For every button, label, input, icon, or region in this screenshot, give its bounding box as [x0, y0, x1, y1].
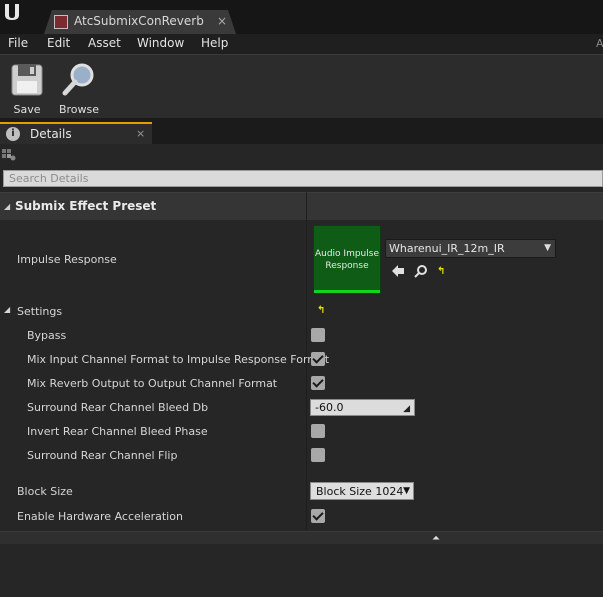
advanced-expander[interactable]: ⏶ — [0, 531, 603, 544]
chevron-down-icon: ▼ — [403, 486, 410, 496]
menu-asset[interactable]: Asset — [88, 36, 121, 50]
impulse-response-label: Impulse Response — [17, 253, 117, 266]
invert-bleed-checkbox[interactable] — [311, 424, 325, 438]
asset-tab-title: AtcSubmixConReverb — [74, 14, 204, 28]
settings-collapse-arrow-icon[interactable]: ◢ — [4, 305, 10, 314]
thumbnail-text: Audio Impulse Response — [314, 249, 379, 271]
resize-grip-icon: ◢ — [403, 404, 410, 414]
surround-bleed-value: -60.0 — [315, 401, 344, 414]
details-tab-title: Details — [30, 127, 72, 141]
invert-bleed-label: Invert Rear Channel Bleed Phase — [27, 425, 208, 438]
menu-edit[interactable]: Edit — [47, 36, 70, 50]
category-submix-effect-preset[interactable]: ◢ Submix Effect Preset — [0, 192, 603, 220]
hw-accel-label: Enable Hardware Acceleration — [17, 510, 183, 523]
category-title: Submix Effect Preset — [15, 199, 157, 213]
close-tab-icon[interactable]: × — [217, 14, 227, 28]
surround-bleed-input[interactable]: -60.0 ◢ — [310, 399, 415, 416]
panel-tab-bar: i Details × — [0, 118, 603, 144]
browse-label: Browse — [58, 103, 100, 116]
surround-flip-checkbox[interactable] — [311, 448, 325, 462]
unreal-logo-icon — [5, 4, 19, 20]
title-bar: AtcSubmixConReverb × — [0, 0, 603, 34]
details-options-row — [0, 144, 603, 168]
save-label: Save — [13, 103, 41, 116]
mix-reverb-checkbox[interactable] — [311, 376, 325, 390]
impulse-asset-picker[interactable]: Wharenui_IR_12m_IR ▼ — [385, 239, 556, 258]
property-matrix-icon[interactable] — [2, 149, 16, 161]
reset-to-default-icon[interactable]: ↰ — [437, 266, 445, 277]
search-placeholder: Search Details — [9, 172, 89, 185]
surround-bleed-label: Surround Rear Channel Bleed Db — [27, 401, 209, 414]
info-icon: i — [6, 127, 20, 141]
bypass-label: Bypass — [27, 329, 67, 342]
close-details-icon[interactable]: × — [136, 127, 145, 140]
settings-label: Settings — [17, 305, 63, 318]
menu-file[interactable]: File — [8, 36, 28, 50]
magnifier-icon — [62, 63, 94, 96]
surround-flip-label: Surround Rear Channel Flip — [27, 449, 178, 462]
impulse-response-thumbnail[interactable]: Audio Impulse Response — [313, 225, 381, 294]
block-size-dropdown[interactable]: Block Size 1024 ▼ — [310, 482, 414, 500]
block-size-label: Block Size — [17, 485, 73, 498]
menu-bar: File Edit Asset Window Help A — [0, 34, 603, 54]
collapse-arrow-icon[interactable]: ◢ — [4, 202, 10, 211]
expand-advanced-icon[interactable]: ⏶ — [432, 533, 440, 544]
save-icon — [11, 64, 43, 96]
thumbnail-type-bar — [314, 290, 380, 293]
menu-window[interactable]: Window — [137, 36, 184, 50]
asset-name: Wharenui_IR_12m_IR — [389, 242, 505, 255]
hw-accel-checkbox[interactable] — [311, 509, 325, 523]
mix-reverb-label: Mix Reverb Output to Output Channel Form… — [27, 377, 278, 390]
details-tab[interactable]: i Details × — [0, 122, 152, 144]
mix-input-label: Mix Input Channel Format to Impulse Resp… — [27, 353, 330, 366]
settings-reset-icon[interactable]: ↰ — [317, 305, 325, 316]
bypass-checkbox[interactable] — [311, 328, 325, 342]
menu-help[interactable]: Help — [201, 36, 228, 50]
toolbar: Save Browse — [0, 54, 603, 118]
use-selected-arrow-icon[interactable] — [391, 264, 405, 278]
block-size-value: Block Size 1024 — [316, 485, 404, 498]
chevron-down-icon: ▼ — [544, 243, 551, 253]
save-button[interactable]: Save — [1, 59, 53, 117]
search-details-input[interactable]: Search Details — [3, 170, 603, 187]
mix-input-checkbox[interactable] — [311, 352, 325, 366]
submix-asset-icon — [54, 15, 68, 29]
asset-editor-tab[interactable]: AtcSubmixConReverb × — [44, 10, 236, 34]
browse-asset-icon[interactable] — [414, 264, 428, 278]
browse-button[interactable]: Browse — [53, 59, 105, 117]
menu-overflow-glyph: A — [596, 37, 603, 50]
